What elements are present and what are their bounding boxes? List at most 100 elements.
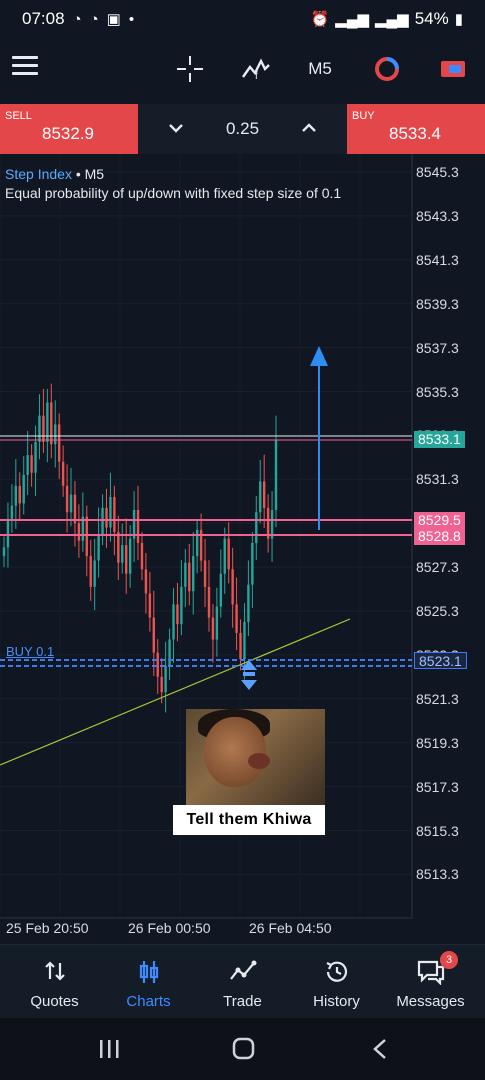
candle-body [10,505,14,519]
price-tick-label: 8541.3 [416,251,459,268]
candle-body [93,560,96,587]
trade-icon [194,959,291,985]
chevron-down-icon[interactable] [168,119,184,139]
candle-body [38,415,41,442]
candle-body [73,494,77,524]
price-chart[interactable]: Step Index • M5 Equal probability of up/… [0,154,485,944]
candle-body [2,547,6,557]
whatsapp-icon: ◔ [72,10,82,28]
candle-body [266,507,270,539]
chart-toolbar: f M5 [0,38,485,102]
candle-body [262,481,266,508]
candle-body [128,538,132,574]
candle-body [219,573,223,607]
current-price-tag: 8533.1 [414,431,465,448]
menu-icon[interactable] [12,56,38,82]
sell-label: SELL [5,110,32,122]
symbol-description: Equal probability of up/down with fixed … [5,185,342,201]
price-tick-label: 8527.3 [416,559,459,576]
objects-icon[interactable] [370,52,404,86]
nav-messages[interactable]: 3 Messages [382,945,479,1019]
upper-level-tag: 8529.5 [414,512,465,529]
nav-trade-label: Trade [223,993,262,1010]
back-icon [373,1039,386,1059]
sell-price: 8532.9 [42,124,94,143]
price-tick-label: 8539.3 [416,295,459,312]
entry-price-tag: 8523.1 [414,652,467,669]
symbol-header: Step Index • M5 [5,166,104,182]
chevron-up-icon[interactable] [301,119,317,139]
timeframe-button[interactable]: M5 [300,52,340,86]
gallery-icon: ▣ [106,11,121,28]
candle-body [50,402,53,445]
candle-body [42,415,45,442]
candle-body [152,617,155,653]
nav-quotes[interactable]: Quotes [6,945,103,1019]
svg-text:f: f [255,71,258,82]
bottom-navigation: Quotes Charts Trade History 3 Messages [0,944,485,1018]
lot-size-value[interactable]: 0.25 [226,119,259,139]
nav-trade[interactable]: Trade [194,945,291,1019]
candle-body [259,481,262,513]
candle-body [255,512,258,543]
price-tick-label: 8543.3 [416,207,459,224]
price-tick-label: 8517.3 [416,778,459,795]
candle-body [239,632,242,660]
candle-body [251,542,254,585]
history-icon [288,959,385,985]
candle-body [144,569,148,594]
messages-badge: 3 [440,951,458,969]
symbol-name[interactable]: Step Index [5,166,72,182]
candle-body [18,485,21,504]
home-icon [232,1037,255,1060]
candle-body [172,604,175,640]
candle-body [105,507,108,528]
candle-body [156,652,159,677]
candle-body [164,665,167,693]
buy-button[interactable]: BUY 8533.4 [347,104,485,154]
status-time: 07:08 [22,9,65,28]
buy-line-label[interactable]: BUY 0.1 [6,644,54,659]
candle-body [231,569,234,605]
candle-body [54,424,57,445]
buy-label: BUY [352,110,375,122]
meme-caption: Tell them Khiwa [173,805,325,835]
crosshair-icon[interactable] [172,52,208,86]
candle-body [125,545,128,574]
candle-body [89,556,92,587]
signal-icon: ▂▄▆ [335,11,369,28]
candle-body [121,545,124,563]
candle-body [176,604,179,625]
candle-body [34,441,37,473]
nav-charts-label: Charts [126,993,171,1010]
trade-mode-icon[interactable] [436,52,470,86]
charts-icon [100,959,197,985]
nav-history[interactable]: History [288,945,385,1019]
candle-body [140,542,144,570]
price-tick-label: 8521.3 [416,690,459,707]
battery-percent: 54% [414,9,449,28]
price-tick-label: 8535.3 [416,383,459,400]
candle-body [188,562,191,592]
quotes-icon [6,959,103,985]
sell-button[interactable]: SELL 8532.9 [0,104,138,154]
candle-body [180,586,183,625]
candle-body [14,485,18,506]
candle-body [85,516,88,557]
price-tick-label: 8513.3 [416,866,459,883]
nav-charts[interactable]: Charts [100,945,197,1019]
candle-body [184,562,187,587]
nav-history-label: History [313,993,360,1010]
time-label: 26 Feb 04:50 [249,920,332,936]
buy-price: 8533.4 [389,124,441,143]
candle-body [247,584,250,622]
signal-icon: ▂▄▆ [375,11,409,28]
whatsapp-icon: ◔ [89,10,99,28]
entry-marker-icon [241,660,257,690]
candle-body [235,604,238,633]
meme-sticker: Tell them Khiwa [173,709,325,837]
candle-body [69,494,73,513]
candle-body [109,496,112,528]
indicators-icon[interactable]: f [237,52,275,86]
candle-body [113,496,116,532]
